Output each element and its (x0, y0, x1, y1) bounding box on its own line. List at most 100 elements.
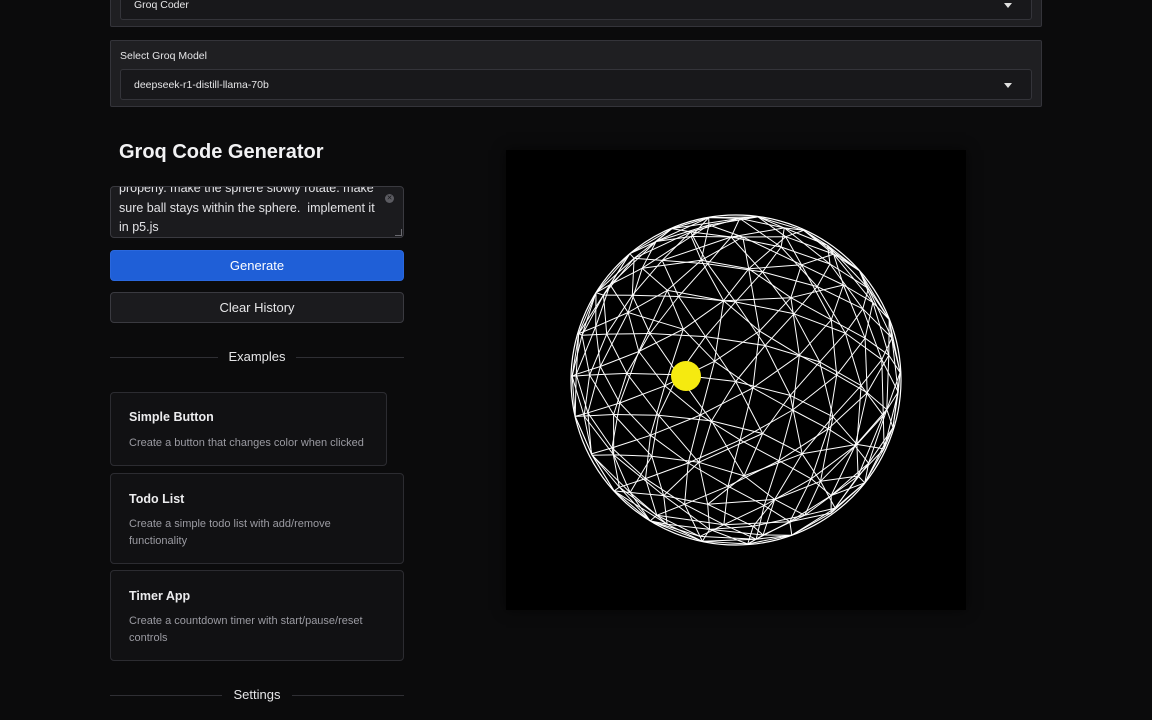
sphere-edge (645, 478, 658, 516)
sphere-edge (595, 312, 629, 328)
sphere-edge (789, 521, 793, 536)
prompt-textarea[interactable]: properly. make the sphere slowly rotate.… (110, 186, 404, 238)
sphere-edge (739, 387, 754, 441)
example-card-timer-app[interactable]: Timer App Create a countdown timer with … (110, 570, 404, 661)
sphere-edge (629, 253, 635, 259)
sphere-edge (682, 328, 715, 362)
model-select-dropdown[interactable]: deepseek-r1-distill-llama-70b (120, 69, 1032, 100)
sphere-edge (842, 284, 866, 339)
sphere-edge (836, 337, 866, 376)
sphere-edge (792, 409, 829, 430)
sphere-edge (649, 296, 679, 334)
example-card-todo-list[interactable]: Todo List Create a simple todo list with… (110, 473, 404, 564)
sphere-edge (705, 336, 766, 346)
sphere-edge (613, 414, 653, 457)
sphere-edge (591, 447, 613, 455)
example-card-description: Create a button that changes color when … (129, 437, 364, 449)
clear-circle-icon[interactable]: ✕ (385, 194, 394, 203)
sphere-edge (700, 224, 710, 261)
sphere-edge (854, 392, 868, 447)
sphere-edge (792, 355, 800, 411)
sphere-edge (714, 300, 725, 362)
sphere-edge (587, 412, 613, 449)
sphere-edge (603, 295, 608, 335)
sphere-edge (698, 433, 763, 463)
sphere-edge (803, 229, 834, 255)
sphere-edge (854, 409, 888, 447)
example-card-simple-button[interactable]: Simple Button Create a button that chang… (110, 392, 387, 466)
sphere-edge (613, 486, 620, 492)
sphere-edge (627, 312, 640, 352)
model-select-label: Select Groq Model (120, 50, 207, 62)
sphere-edge (613, 414, 659, 416)
sphere-edge (801, 264, 844, 286)
sphere-edge (650, 385, 666, 436)
sphere-edge (759, 330, 800, 356)
sphere-edge (684, 485, 729, 505)
sphere-edge (789, 394, 834, 418)
sphere-edge (658, 414, 700, 463)
sphere-edge (830, 482, 866, 514)
sphere-edge (827, 392, 868, 430)
sphere-edge (752, 354, 800, 389)
sphere-edge (589, 372, 627, 376)
sphere-edge (764, 313, 795, 346)
resize-handle-icon[interactable] (395, 229, 402, 236)
sphere-edge (714, 330, 760, 362)
sphere-edge (735, 271, 763, 303)
example-card-title: Simple Button (129, 410, 214, 424)
clear-history-button[interactable]: Clear History (110, 292, 404, 323)
sphere-edge (762, 271, 795, 315)
sphere-edge (574, 374, 577, 417)
sphere-edge (867, 288, 890, 320)
sphere-edge (656, 503, 685, 516)
sphere-edge (619, 351, 640, 404)
example-card-description: Create a countdown timer with start/paus… (129, 615, 363, 644)
sphere-edge (739, 439, 780, 462)
sphere-edge (630, 492, 664, 497)
sphere-edge (700, 387, 754, 416)
sphere-edge (723, 268, 750, 302)
sphere-edge (867, 288, 893, 339)
sphere-edge (735, 345, 766, 382)
sphere-edge (581, 333, 607, 336)
sphere-edge (701, 529, 711, 542)
sphere-edge (860, 385, 884, 416)
wireframe-sphere (570, 214, 902, 546)
sphere-edge (864, 337, 890, 356)
sphere-edge (864, 427, 894, 484)
sphere-edge (698, 420, 712, 463)
generate-button[interactable]: Generate (110, 250, 404, 281)
sphere-edge (790, 297, 800, 356)
sphere-edge (691, 236, 743, 238)
sphere-edge (881, 359, 899, 393)
sphere-edge (790, 264, 802, 298)
sphere-edge (723, 486, 729, 525)
app-select-dropdown[interactable]: Groq Coder (120, 0, 1032, 20)
sphere-edge (833, 253, 844, 286)
sphere-edge (638, 351, 666, 387)
sphere-edge (649, 520, 701, 537)
sphere-edge (707, 475, 745, 505)
caret-down-icon (1004, 3, 1012, 8)
prompt-text: properly. make the sphere slowly rotate.… (119, 186, 379, 234)
sphere-edge (864, 338, 868, 393)
preview-canvas (506, 150, 966, 610)
sphere-edge (711, 381, 737, 422)
sphere-edge (886, 355, 890, 410)
sphere-edge (606, 333, 628, 374)
sphere-edge (645, 478, 685, 505)
sphere-edge (683, 300, 724, 330)
divider-line (296, 357, 404, 358)
sphere-edge (764, 345, 820, 363)
sphere-edge (830, 284, 844, 320)
sphere-edge (667, 289, 724, 302)
sphere-edge (862, 308, 893, 339)
sphere-edge (595, 326, 601, 367)
sphere-edge (678, 263, 709, 297)
sphere-edge (606, 333, 650, 335)
sphere-edge (575, 374, 589, 413)
sphere-edge (666, 259, 702, 291)
sphere-edge (748, 268, 792, 299)
sphere-edge (632, 294, 679, 297)
